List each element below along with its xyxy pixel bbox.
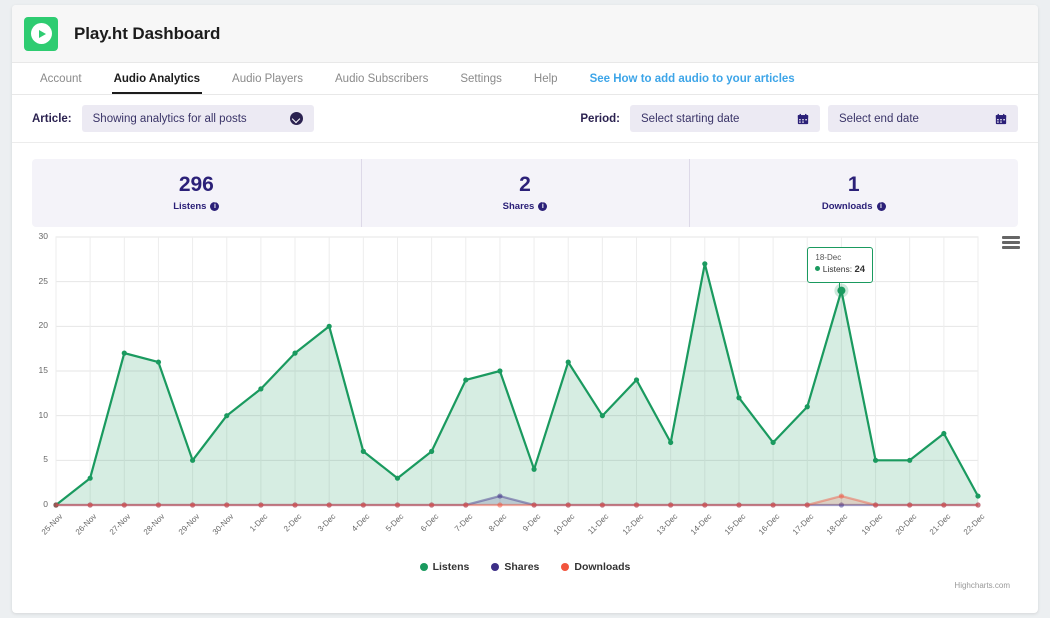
stat-value: 2	[361, 174, 690, 196]
stat-label-row: Sharesi	[361, 201, 690, 212]
tab-see-how-to-add-audio-to-your-articles[interactable]: See How to add audio to your articles	[574, 63, 811, 94]
y-axis-tick: 30	[26, 231, 48, 241]
play-icon	[24, 17, 58, 51]
stat-value: 1	[689, 174, 1018, 196]
legend-label: Downloads	[574, 561, 630, 573]
calendar-icon	[995, 113, 1007, 125]
tab-label: Audio Subscribers	[335, 73, 428, 85]
period-label: Period:	[580, 113, 620, 125]
legend-color-swatch	[561, 563, 569, 571]
main-tabs: Account Audio Analytics Audio Players Audio…	[12, 63, 1038, 95]
article-select-value: Showing analytics for all posts	[93, 113, 276, 125]
dashboard-window: Play.ht Dashboard Account Audio Analytics…	[12, 5, 1038, 613]
stats-section: 296Listensi2Sharesi1Downloadsi	[12, 143, 1038, 227]
highcharts-credit[interactable]: Highcharts.com	[954, 581, 1010, 590]
stat-value: 296	[32, 174, 361, 196]
info-icon[interactable]: i	[877, 202, 886, 211]
stat-card-downloads: 1 Downloads i	[689, 174, 1018, 211]
legend-item-shares[interactable]: Shares	[491, 561, 539, 573]
analytics-chart: ListensSharesDownloads Highcharts.com 18…	[12, 227, 1038, 597]
y-axis-tick: 5	[26, 454, 48, 464]
calendar-icon	[797, 113, 809, 125]
y-axis-tick: 20	[26, 320, 48, 330]
tab-account[interactable]: Account	[24, 63, 98, 94]
chevron-down-icon	[290, 112, 303, 125]
stat-label-row: Downloads i	[689, 201, 1018, 212]
y-axis-tick: 0	[26, 499, 48, 509]
y-axis-tick: 15	[26, 365, 48, 375]
end-date-value: Select end date	[839, 113, 985, 125]
tab-audio-players[interactable]: Audio Players	[216, 63, 319, 94]
article-select[interactable]: Showing analytics for all posts	[82, 105, 314, 132]
chart-legend: Listens Shares Downloads	[12, 561, 1038, 573]
tab-settings[interactable]: Settings	[444, 63, 518, 94]
legend-color-swatch	[420, 563, 428, 571]
legend-label: Shares	[504, 561, 539, 573]
legend-item-downloads[interactable]: Downloads	[561, 561, 630, 573]
page-title: Play.ht Dashboard	[74, 24, 220, 44]
tab-audio-subscribers[interactable]: Audio Subscribers	[319, 63, 444, 94]
tab-label: See How to add audio to your articles	[590, 73, 795, 85]
stat-label: Shares	[503, 201, 535, 212]
stat-label: Downloads	[822, 201, 873, 212]
y-axis-tick: 10	[26, 410, 48, 420]
stat-label: Listens	[173, 201, 206, 212]
start-date-input[interactable]: Select starting date	[630, 105, 820, 132]
filter-bar: Article: Showing analytics for all posts…	[12, 95, 1038, 143]
stats-row: 296Listensi2Sharesi1Downloadsi	[32, 159, 1018, 227]
start-date-value: Select starting date	[641, 113, 787, 125]
tab-help[interactable]: Help	[518, 63, 574, 94]
stat-label-row: Listens i	[32, 201, 361, 212]
y-axis-tick: 25	[26, 276, 48, 286]
legend-label: Listens	[433, 561, 470, 573]
tab-label: Help	[534, 73, 558, 85]
article-label: Article:	[32, 113, 72, 125]
info-icon[interactable]: i	[210, 202, 219, 211]
stat-card-shares: 2 Sharesi	[361, 174, 690, 211]
tab-label: Audio Analytics	[114, 73, 200, 85]
info-icon[interactable]: i	[538, 202, 547, 211]
hamburger-menu-icon[interactable]	[1002, 236, 1020, 251]
tab-audio-analytics[interactable]: Audio Analytics	[98, 63, 216, 94]
tab-label: Settings	[460, 73, 502, 85]
end-date-input[interactable]: Select end date	[828, 105, 1018, 132]
tab-label: Audio Players	[232, 73, 303, 85]
tab-label: Account	[40, 73, 82, 85]
app-header: Play.ht Dashboard	[12, 5, 1038, 63]
stat-card-listens: 296 Listens i	[32, 174, 361, 211]
legend-color-swatch	[491, 563, 499, 571]
legend-item-listens[interactable]: Listens	[420, 561, 470, 573]
